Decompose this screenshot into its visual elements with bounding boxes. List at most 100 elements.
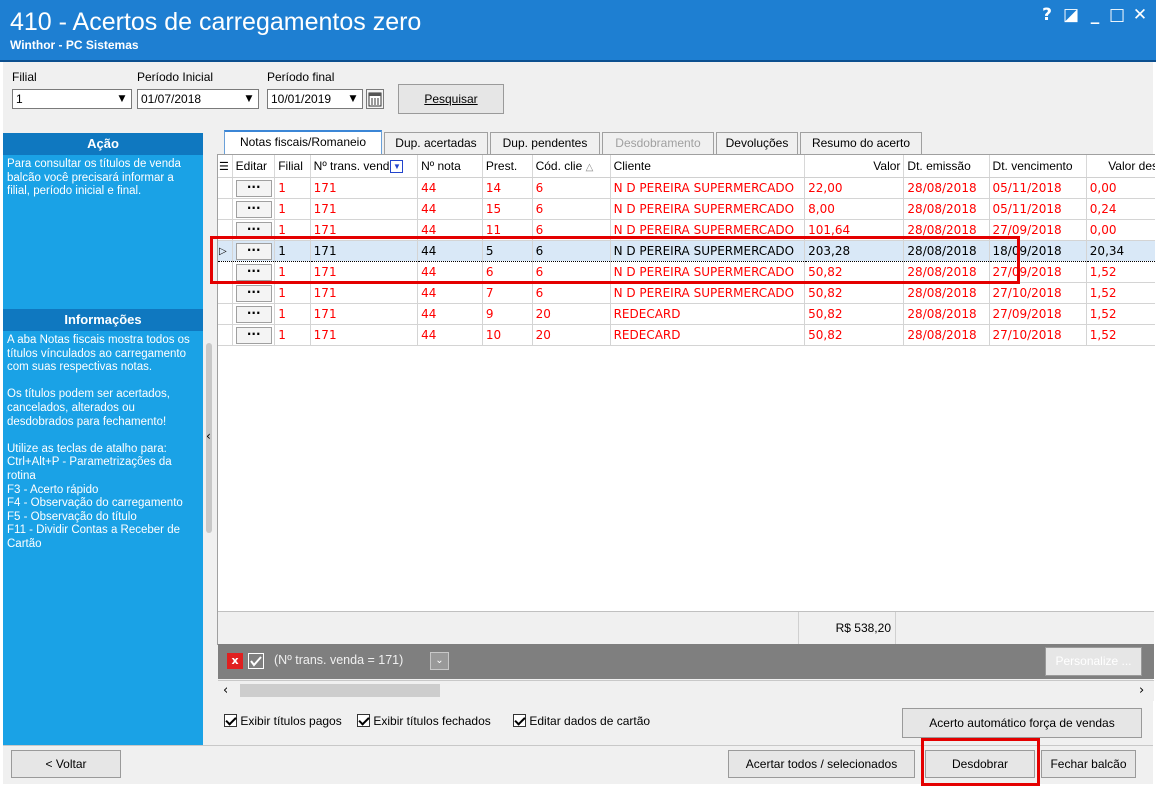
periodo-inicial-field[interactable]: 01/07/2018 ▼ xyxy=(137,89,259,109)
edit-row-button[interactable]: ··· xyxy=(235,221,272,239)
cell-cod-clie: 20 xyxy=(532,303,611,325)
column-chooser-icon[interactable]: ☰ xyxy=(218,155,233,178)
table-row[interactable]: ··· 1 171 44 14 6 N D PEREIRA SUPERMERCADO 22,0… xyxy=(218,177,1155,199)
desdobrar-button[interactable]: Desdobrar xyxy=(925,750,1035,778)
voltar-button[interactable]: < Voltar xyxy=(11,750,121,778)
row-indicator-icon[interactable]: ▷ xyxy=(218,240,233,262)
pesquisar-button[interactable]: Pesquisar xyxy=(398,84,504,114)
edit-row-button[interactable]: ··· xyxy=(235,179,272,197)
row-indicator[interactable] xyxy=(218,219,233,241)
exibir-pagos-label: Exibir títulos pagos xyxy=(240,714,342,728)
tab-dup-pendentes[interactable]: Dup. pendentes xyxy=(490,132,600,154)
cell-editar: ··· xyxy=(232,177,276,199)
row-indicator[interactable] xyxy=(218,177,233,199)
fechar-balcao-button[interactable]: Fechar balcão xyxy=(1041,750,1136,778)
tab-dup-acertadas[interactable]: Dup. acertadas xyxy=(384,132,488,154)
edit-row-button[interactable]: ··· xyxy=(235,326,272,344)
cell-valor: 50,82 xyxy=(804,303,905,325)
titles-grid[interactable]: ☰ Editar Filial Nº trans. vend ▼ Nº nota … xyxy=(217,154,1155,645)
editar-cartao-checkbox[interactable] xyxy=(513,714,526,727)
edit-row-button[interactable]: ··· xyxy=(235,200,272,218)
periodo-final-field[interactable]: 10/01/2019 ▼ xyxy=(267,89,363,109)
cell-cliente: N D PEREIRA SUPERMERCADO xyxy=(610,261,806,283)
collapse-arrow-icon[interactable]: ‹ xyxy=(206,429,211,443)
col-dt-vencimento[interactable]: Dt. vencimento xyxy=(989,155,1087,178)
filter-dropdown-icon[interactable]: ⌄ xyxy=(430,652,449,670)
edit-row-button[interactable]: ··· xyxy=(235,263,272,281)
col-cliente[interactable]: Cliente xyxy=(610,155,806,178)
row-indicator[interactable] xyxy=(218,324,233,346)
acerto-automatico-button[interactable]: Acerto automático força de vendas xyxy=(902,708,1142,738)
exibir-pagos-option[interactable]: Exibir títulos pagos xyxy=(224,714,342,728)
filter-enabled-checkbox[interactable] xyxy=(248,653,264,669)
cell-dt-emissao: 28/08/2018 xyxy=(903,198,990,220)
title-bar: 410 - Acertos de carregamentos zero Wint… xyxy=(0,0,1156,62)
cell-nota: 44 xyxy=(417,261,483,283)
minimize-icon[interactable]: _ xyxy=(1084,5,1106,25)
table-row[interactable]: ··· 1 171 44 6 6 N D PEREIRA SUPERMERCADO 50,82… xyxy=(218,261,1155,283)
chevron-down-icon[interactable]: ▼ xyxy=(114,91,130,107)
exibir-fechados-checkbox[interactable] xyxy=(357,714,370,727)
editar-cartao-label: Editar dados de cartão xyxy=(529,714,651,728)
calendar-icon[interactable] xyxy=(366,89,384,109)
help-icon[interactable]: ? xyxy=(1036,5,1058,25)
filter-text: (Nº trans. venda = 171) xyxy=(274,653,404,667)
edit-row-button[interactable]: ··· xyxy=(235,305,272,323)
editar-cartao-option[interactable]: Editar dados de cartão xyxy=(513,714,650,728)
close-icon[interactable]: ✕ xyxy=(1129,5,1151,25)
maximize-icon[interactable]: □ xyxy=(1106,5,1128,25)
chevron-down-icon[interactable]: ▼ xyxy=(345,91,361,107)
filter-active-icon[interactable]: ▼ xyxy=(390,160,404,173)
horizontal-scrollbar[interactable]: ‹ › xyxy=(218,680,1154,701)
cell-valor-desc: 1,52 xyxy=(1086,303,1155,325)
row-indicator[interactable] xyxy=(218,261,233,283)
tab-desdobramento[interactable]: Desdobramento xyxy=(602,132,714,154)
col-valor-desc[interactable]: Valor desc xyxy=(1086,155,1155,178)
table-row[interactable]: ··· 1 171 44 7 6 N D PEREIRA SUPERMERCADO 50,82… xyxy=(218,282,1155,304)
tab-devolucoes[interactable]: Devoluções xyxy=(716,132,798,154)
personalize-button[interactable]: Personalize ... xyxy=(1045,647,1142,676)
window-subtitle: Winthor - PC Sistemas xyxy=(10,38,139,52)
filial-combo[interactable]: 1 ▼ xyxy=(12,89,132,109)
tab-resumo-acerto[interactable]: Resumo do acerto xyxy=(800,132,922,154)
edit-row-button[interactable]: ··· xyxy=(235,242,272,260)
scroll-left-icon[interactable]: ‹ xyxy=(223,683,228,698)
exibir-pagos-checkbox[interactable] xyxy=(224,714,237,727)
cell-editar: ··· xyxy=(232,303,276,325)
cell-nota: 44 xyxy=(417,324,483,346)
row-indicator[interactable] xyxy=(218,198,233,220)
table-row[interactable]: ··· 1 171 44 9 20 REDECARD 50,82 28/08/2018 27/09… xyxy=(218,303,1155,325)
col-trans-venda[interactable]: Nº trans. vend ▼ xyxy=(310,155,419,178)
cell-nota: 44 xyxy=(417,219,483,241)
restore-icon[interactable]: ◪ xyxy=(1060,5,1082,25)
sidebar-splitter[interactable]: ‹ xyxy=(203,133,217,745)
table-row[interactable]: ··· 1 171 44 10 20 REDECARD 50,82 28/08/2018 27/1… xyxy=(218,324,1155,346)
scroll-right-icon[interactable]: › xyxy=(1139,683,1144,698)
table-row[interactable]: ▷ ··· 1 171 44 5 6 N D PEREIRA SUPERMERCADO 203,… xyxy=(218,240,1155,262)
cell-dt-emissao: 28/08/2018 xyxy=(903,303,990,325)
col-dt-emissao[interactable]: Dt. emissão xyxy=(903,155,990,178)
col-valor[interactable]: Valor xyxy=(804,155,905,178)
row-indicator[interactable] xyxy=(218,303,233,325)
row-indicator[interactable] xyxy=(218,282,233,304)
cell-prest: 9 xyxy=(482,303,533,325)
clear-filter-icon[interactable]: x xyxy=(227,653,243,669)
cell-editar: ··· xyxy=(232,324,276,346)
tab-notas-fiscais[interactable]: Notas fiscais/Romaneio xyxy=(224,130,382,155)
scroll-thumb[interactable] xyxy=(240,684,440,697)
cell-cliente: N D PEREIRA SUPERMERCADO xyxy=(610,198,806,220)
col-nota[interactable]: Nº nota xyxy=(417,155,483,178)
edit-row-button[interactable]: ··· xyxy=(235,284,272,302)
exibir-fechados-option[interactable]: Exibir títulos fechados xyxy=(357,714,491,728)
col-cod-clie[interactable]: Cód. clie △ xyxy=(532,155,611,178)
table-row[interactable]: ··· 1 171 44 11 6 N D PEREIRA SUPERMERCADO 101,… xyxy=(218,219,1155,241)
col-editar[interactable]: Editar xyxy=(232,155,276,178)
acao-heading: Ação xyxy=(3,133,203,155)
acertar-todos-button[interactable]: Acertar todos / selecionados xyxy=(728,750,915,778)
chevron-down-icon[interactable]: ▼ xyxy=(241,91,257,107)
col-filial[interactable]: Filial xyxy=(274,155,311,178)
col-prest[interactable]: Prest. xyxy=(482,155,533,178)
cell-dt-vencimento: 27/10/2018 xyxy=(989,324,1087,346)
cell-dt-emissao: 28/08/2018 xyxy=(903,282,990,304)
table-row[interactable]: ··· 1 171 44 15 6 N D PEREIRA SUPERMERCADO 8,00… xyxy=(218,198,1155,220)
